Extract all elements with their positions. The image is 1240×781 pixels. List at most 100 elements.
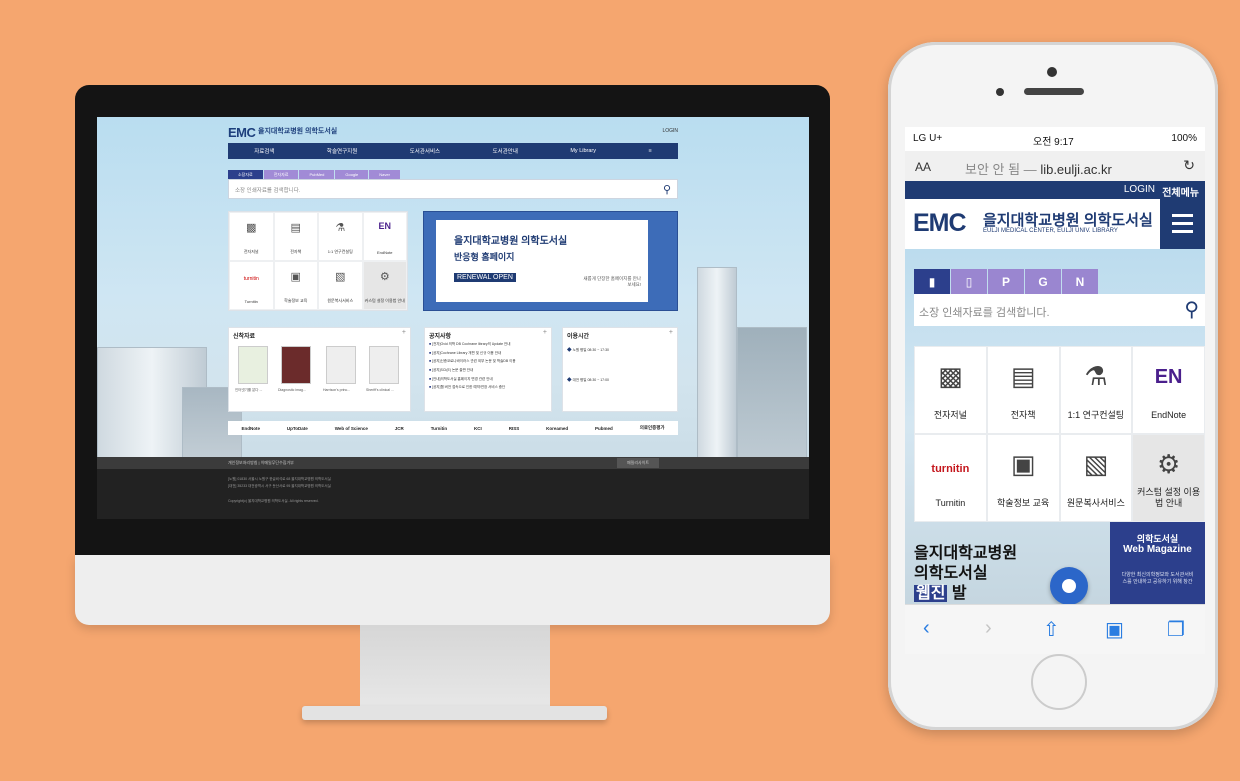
- link-pubmed[interactable]: Pubmed: [595, 426, 613, 431]
- more-icon[interactable]: +: [402, 329, 406, 336]
- link-turnitin[interactable]: Turnitin: [431, 426, 447, 431]
- quick-ejournal[interactable]: ▩ 전자저널: [229, 212, 274, 261]
- browser-address-bar[interactable]: AA 보안 안 됨 — lib.eulji.ac.kr ↻: [905, 151, 1205, 181]
- nav-item-my-library[interactable]: My Library: [570, 148, 596, 154]
- quick-consulting[interactable]: ⚗ 1:1 연구컨설팅: [318, 212, 363, 261]
- nav-item-about[interactable]: 도서관안내: [493, 147, 518, 155]
- all-menu-link[interactable]: 전체메뉴: [1162, 184, 1199, 199]
- search-input[interactable]: 소장 인쇄자료를 검색합니다. ⚲: [914, 294, 1205, 326]
- banner-title: 을지대학교병원 의학도서실: [454, 236, 568, 247]
- tab-naver[interactable]: N: [1062, 269, 1098, 294]
- link-kci[interactable]: KCI: [474, 426, 482, 431]
- quick-turnitin[interactable]: turnitin Turnitin: [914, 434, 987, 522]
- floating-action-button[interactable]: [1050, 567, 1088, 605]
- web-magazine-banner[interactable]: 의학도서실 Web Magazine 다양한 최신의학정보와 도서관서비스를 안…: [1110, 522, 1205, 604]
- back-icon[interactable]: ‹: [923, 617, 930, 640]
- quick-document-delivery[interactable]: ▧ 원문복사서비스: [1059, 434, 1133, 522]
- share-icon[interactable]: ⇧: [1043, 617, 1060, 642]
- tab-eresources[interactable]: ▯: [951, 269, 987, 294]
- menu-icon[interactable]: ≡: [648, 148, 651, 154]
- notice-item[interactable]: [공지]SCI(E) 논문 출판 안내: [429, 368, 549, 373]
- graduation-cap-icon: ▩: [246, 222, 257, 234]
- notice-panel: 공지사항 + [전자]Ovid 의학 DB Cochrane library의 …: [424, 327, 552, 412]
- hamburger-line: [1172, 222, 1193, 225]
- tab-pubmed[interactable]: P: [988, 269, 1024, 294]
- site-logo-text: 을지대학교병원 의학도서실: [983, 212, 1153, 229]
- family-site-select[interactable]: 패밀리사이트: [617, 458, 660, 468]
- quick-education[interactable]: ▣ 학술정보 교육: [986, 434, 1060, 522]
- turnitin-icon: turnitin: [931, 463, 970, 475]
- quick-endnote[interactable]: EN EndNote: [1132, 346, 1205, 434]
- home-button[interactable]: [1031, 654, 1087, 710]
- text-size-button[interactable]: AA: [915, 160, 931, 174]
- quick-ebook[interactable]: ▤ 전자책: [986, 346, 1060, 434]
- hamburger-line: [1172, 214, 1193, 217]
- hours-row: ◆ 노원 평일 08:30 ~ 17:30: [567, 347, 609, 353]
- book-cover[interactable]: [281, 346, 311, 384]
- nav-item-search[interactable]: 자료검색: [254, 147, 274, 155]
- quick-turnitin[interactable]: turnitin Turnitin: [229, 261, 274, 310]
- link-koreamed[interactable]: Koreamed: [546, 426, 568, 431]
- forward-icon[interactable]: ›: [985, 617, 992, 640]
- url-display[interactable]: 보안 안 됨 — lib.eulji.ac.kr: [965, 159, 1112, 178]
- quick-ebook[interactable]: ▤ 전자책: [273, 212, 318, 261]
- magazine-title: Web Magazine: [1123, 544, 1192, 555]
- quick-custom-settings[interactable]: ⚙ 커스텀 설정 이용법 안내: [362, 261, 407, 310]
- site-logo[interactable]: EMC: [913, 209, 967, 238]
- renewal-banner[interactable]: 을지대학교병원 의학도서실 반응형 홈페이지 RENEWAL OPEN 새롭게 …: [423, 211, 678, 311]
- sensor: [996, 88, 1004, 96]
- link-accreditation[interactable]: 의료인증평가: [640, 425, 665, 431]
- bookmarks-icon[interactable]: ▣: [1105, 617, 1124, 642]
- tab-google[interactable]: G: [1025, 269, 1061, 294]
- notice-item[interactable]: [전자]Ovid 의학 DB Cochrane library의 Update …: [429, 342, 549, 347]
- quick-document-delivery[interactable]: ▧ 원문복사서비스: [318, 261, 363, 310]
- nav-item-research[interactable]: 학술연구지원: [327, 147, 357, 155]
- hamburger-menu-button[interactable]: [1160, 199, 1205, 249]
- graduation-cap-icon: ▩: [938, 361, 963, 391]
- book-cover[interactable]: [326, 346, 356, 384]
- notice-item[interactable]: [안내]의학도서실 홈페이지 변경 관련 안내: [429, 377, 549, 382]
- monitor-stand: [360, 625, 550, 715]
- book-caption: Harrison's princ...: [323, 388, 351, 392]
- banner-badge: RENEWAL OPEN: [454, 273, 516, 282]
- quick-ejournal[interactable]: ▩ 전자저널: [914, 346, 987, 434]
- monitor-stand-base: [302, 706, 607, 720]
- login-link[interactable]: LOGIN: [662, 128, 678, 134]
- reload-icon[interactable]: ↻: [1183, 157, 1195, 174]
- tab-holdings[interactable]: ▮: [914, 269, 950, 294]
- login-link[interactable]: LOGIN: [1124, 184, 1155, 195]
- notice-item[interactable]: [공지]웹 버전 접속으로 인한 예약/연장 서비스 중단: [429, 385, 549, 390]
- quick-endnote[interactable]: EN EndNote: [362, 212, 407, 261]
- quick-education[interactable]: ▣ 학술정보 교육: [273, 261, 318, 310]
- presentation-icon: ▣: [290, 271, 301, 283]
- banner-description: 새롭게 단장한 홈페이지를 만나보세요!: [583, 276, 641, 287]
- footer-address: [대전] 35233 대전광역시 서구 둔산서로 95 을지대학교병원 의학도서…: [228, 484, 331, 488]
- background-building: [737, 327, 807, 477]
- panel-title: 이용시간: [567, 334, 590, 340]
- main-content: ▮ ▯ P G N 소장 인쇄자료를 검색합니다. ⚲ ▩ 전자저널 ▤ 전자책: [905, 249, 1205, 604]
- link-jcr[interactable]: JCR: [395, 426, 404, 431]
- browser-toolbar: ‹ › ⇧ ▣ ❐: [905, 604, 1205, 654]
- book-cover[interactable]: [369, 346, 399, 384]
- notice-item[interactable]: [공지]Cochrane Library 개편 및 신규 이용 안내: [429, 351, 549, 356]
- footer-policy-links[interactable]: 개인정보처리방침 | 이메일무단수집거부: [228, 460, 294, 466]
- search-input[interactable]: 소장 인쇄자료를 검색합니다. ⚲: [228, 179, 678, 199]
- search-icon[interactable]: ⚲: [1184, 297, 1199, 322]
- more-icon[interactable]: +: [543, 329, 547, 336]
- notice-item[interactable]: [공지]신종코로나바이러스 관련 외부 논문 및 학술DB 이용: [429, 359, 549, 364]
- tabs-icon[interactable]: ❐: [1167, 617, 1185, 642]
- quick-custom-settings[interactable]: ⚙ 커스텀 설정 이용법 안내: [1132, 434, 1205, 522]
- phone-screen: LG U+ 오전 9:17 100% AA 보안 안 됨 — lib.eulji…: [905, 127, 1205, 654]
- endnote-icon: EN: [378, 221, 391, 231]
- book-cover[interactable]: [238, 346, 268, 384]
- nav-item-services[interactable]: 도서관서비스: [410, 147, 440, 155]
- link-uptodate[interactable]: UpToDate: [287, 426, 308, 431]
- link-riss[interactable]: RISS: [509, 426, 520, 431]
- link-web-of-science[interactable]: Web of Science: [335, 426, 368, 431]
- search-icon[interactable]: ⚲: [663, 183, 671, 196]
- quick-consulting[interactable]: ⚗ 1:1 연구컨설팅: [1059, 346, 1133, 434]
- link-endnote[interactable]: EndNote: [241, 426, 260, 431]
- magazine-description: 다양한 최신의학정보와 도서관서비스를 안내하고 공유하기 위해 창간: [1121, 572, 1194, 585]
- more-icon[interactable]: +: [669, 329, 673, 336]
- site-logo[interactable]: EMC: [228, 125, 256, 140]
